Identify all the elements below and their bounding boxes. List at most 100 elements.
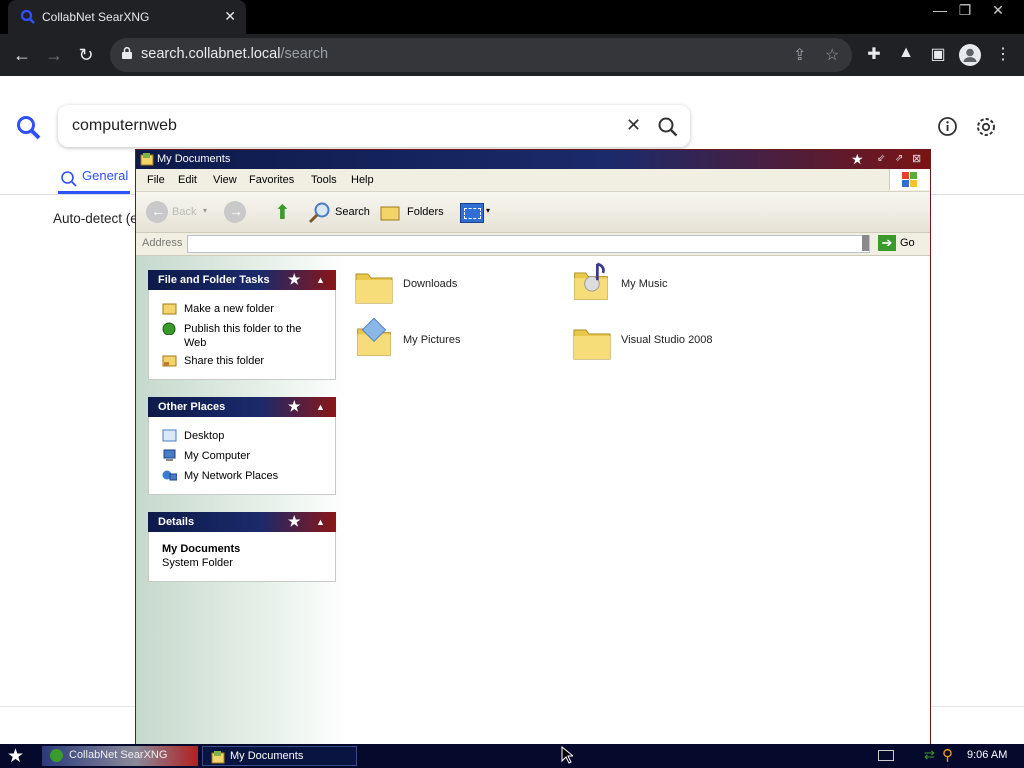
views-icon[interactable]	[460, 203, 484, 223]
explorer-window[interactable]: My Documents ★ ⇙ ⇗ ⊠ File Edit View Favo…	[135, 149, 931, 746]
browser-menu-icon[interactable]: ⋮	[992, 44, 1014, 64]
side-panel-icon[interactable]: ▣	[927, 44, 949, 64]
explorer-search-icon[interactable]	[308, 201, 332, 225]
other-places-header[interactable]: Other Places ★ ▲	[148, 397, 336, 417]
taskbar-item-my-documents[interactable]: My Documents	[202, 746, 357, 766]
url-text: search.collabnet.local/search	[141, 46, 328, 62]
keyboard-tray-icon[interactable]	[878, 750, 894, 761]
pictures-folder-icon	[357, 318, 391, 356]
views-dropdown-icon[interactable]: ▾	[486, 206, 490, 215]
folder-taskbar-icon	[211, 751, 225, 764]
menu-tools[interactable]: Tools	[311, 174, 337, 186]
explorer-forward-icon[interactable]: →	[224, 201, 246, 223]
tab-general[interactable]: General	[82, 168, 128, 183]
explorer-search-label[interactable]: Search	[335, 206, 370, 218]
explorer-close-icon[interactable]: ⊠	[912, 152, 921, 165]
bookmark-star-icon[interactable]: ☆	[825, 45, 839, 65]
search-tray-icon[interactable]: ⚲	[942, 746, 953, 764]
explorer-back-label[interactable]: Back	[172, 206, 196, 218]
explorer-back-icon[interactable]: ←	[146, 201, 168, 223]
details-header[interactable]: Details ★ ▲	[148, 512, 336, 532]
place-label: My Computer	[184, 450, 251, 462]
explorer-titlebar[interactable]: My Documents ★ ⇙ ⇗ ⊠	[136, 150, 930, 169]
desktop-icon	[162, 429, 177, 442]
explorer-menubar: File Edit View Favorites Tools Help	[136, 169, 930, 192]
clear-search-icon[interactable]: ✕	[626, 115, 641, 136]
globe-icon	[162, 322, 176, 335]
search-favicon-icon	[20, 9, 35, 24]
folder-label: Visual Studio 2008	[621, 334, 713, 346]
search-box: ✕	[58, 105, 690, 147]
network-tray-icon[interactable]: ⇄	[924, 747, 935, 763]
info-icon[interactable]	[937, 116, 958, 137]
labs-flask-icon[interactable]: ▲	[895, 44, 917, 62]
folders-label[interactable]: Folders	[407, 206, 444, 218]
tab-close-icon[interactable]: ✕	[224, 8, 236, 25]
taskbar-label: CollabNet SearXNG	[69, 749, 168, 761]
explorer-toolbar: ← Back ▾ → ⬆ Search Folders ▾	[136, 192, 930, 233]
back-dropdown-icon[interactable]: ▾	[203, 206, 207, 215]
collapse-chevron-icon[interactable]: ▲	[316, 402, 330, 412]
go-label[interactable]: Go	[900, 237, 915, 249]
details-type: System Folder	[162, 557, 233, 569]
address-bar[interactable]: search.collabnet.local/search	[110, 38, 852, 72]
my-computer-icon	[163, 449, 176, 461]
menu-file[interactable]: File	[147, 174, 165, 186]
taskbar-item-searxng[interactable]: CollabNet SearXNG	[42, 746, 198, 766]
folder-label: My Music	[621, 278, 668, 290]
place-label: My Network Places	[184, 470, 279, 482]
panel-star-icon: ★	[288, 398, 301, 414]
autodetect-language-label[interactable]: Auto-detect (e	[53, 211, 138, 226]
menu-help[interactable]: Help	[351, 174, 374, 186]
network-places-icon	[162, 470, 177, 481]
new-folder-icon	[162, 303, 177, 315]
address-dropdown-icon[interactable]	[862, 235, 869, 251]
folder-icon	[573, 329, 611, 360]
collapse-chevron-icon[interactable]: ▲	[316, 517, 330, 527]
searxng-logo-icon[interactable]	[15, 114, 43, 142]
forward-icon[interactable]: →	[42, 44, 66, 66]
extensions-icon[interactable]: ✚	[863, 44, 885, 64]
profile-avatar-icon[interactable]	[959, 44, 981, 66]
tab-title: CollabNet SearXNG	[42, 10, 150, 24]
file-folder-tasks-header[interactable]: File and Folder Tasks ★ ▲	[148, 270, 336, 290]
back-icon[interactable]: ←	[10, 44, 34, 66]
reload-icon[interactable]: ↻	[74, 44, 98, 66]
title-star-icon: ★	[851, 151, 864, 167]
share-icon[interactable]: ⇪	[793, 45, 806, 65]
explorer-maximize-icon[interactable]: ⇗	[895, 153, 903, 164]
settings-gear-icon[interactable]	[975, 116, 997, 138]
menu-edit[interactable]: Edit	[178, 174, 197, 186]
folder-label: Downloads	[403, 278, 458, 290]
address-input[interactable]	[187, 235, 870, 253]
share-folder-icon	[162, 355, 177, 367]
browser-taskbar-icon	[50, 749, 63, 762]
panel-title: File and Folder Tasks	[158, 274, 270, 286]
task-label: Make a new folder	[184, 303, 274, 315]
window-close-icon[interactable]: ✕	[983, 2, 1013, 19]
url-path: /search	[280, 46, 329, 62]
explorer-title: My Documents	[157, 153, 231, 165]
panel-title: Details	[158, 516, 195, 528]
restore-icon[interactable]: ❐	[950, 2, 980, 19]
start-star-icon[interactable]: ★	[7, 745, 24, 768]
go-arrow-icon[interactable]: ➔	[878, 235, 896, 251]
search-submit-icon[interactable]	[657, 116, 679, 138]
details-name: My Documents	[162, 543, 241, 555]
details-panel: Details ★ ▲ My Documents System Folder	[148, 512, 336, 582]
collapse-chevron-icon[interactable]: ▲	[316, 275, 330, 285]
panel-title: Other Places	[158, 401, 226, 413]
folder-label: My Pictures	[403, 334, 461, 346]
lock-icon	[122, 47, 132, 59]
general-tab-search-icon	[61, 171, 77, 187]
task-pane: File and Folder Tasks ★ ▲ Make a new fol…	[136, 256, 346, 744]
other-places-panel: Other Places ★ ▲ Desktop My Computer My …	[148, 397, 336, 495]
menu-favorites[interactable]: Favorites	[249, 174, 294, 186]
folders-icon[interactable]	[380, 203, 402, 221]
search-input[interactable]	[70, 114, 594, 138]
up-folder-icon[interactable]: ⬆	[274, 200, 291, 225]
browser-tab[interactable]: CollabNet SearXNG ✕	[8, 0, 246, 34]
explorer-minimize-icon[interactable]: ⇙	[877, 153, 885, 164]
place-label: Desktop	[184, 430, 225, 442]
menu-view[interactable]: View	[213, 174, 237, 186]
